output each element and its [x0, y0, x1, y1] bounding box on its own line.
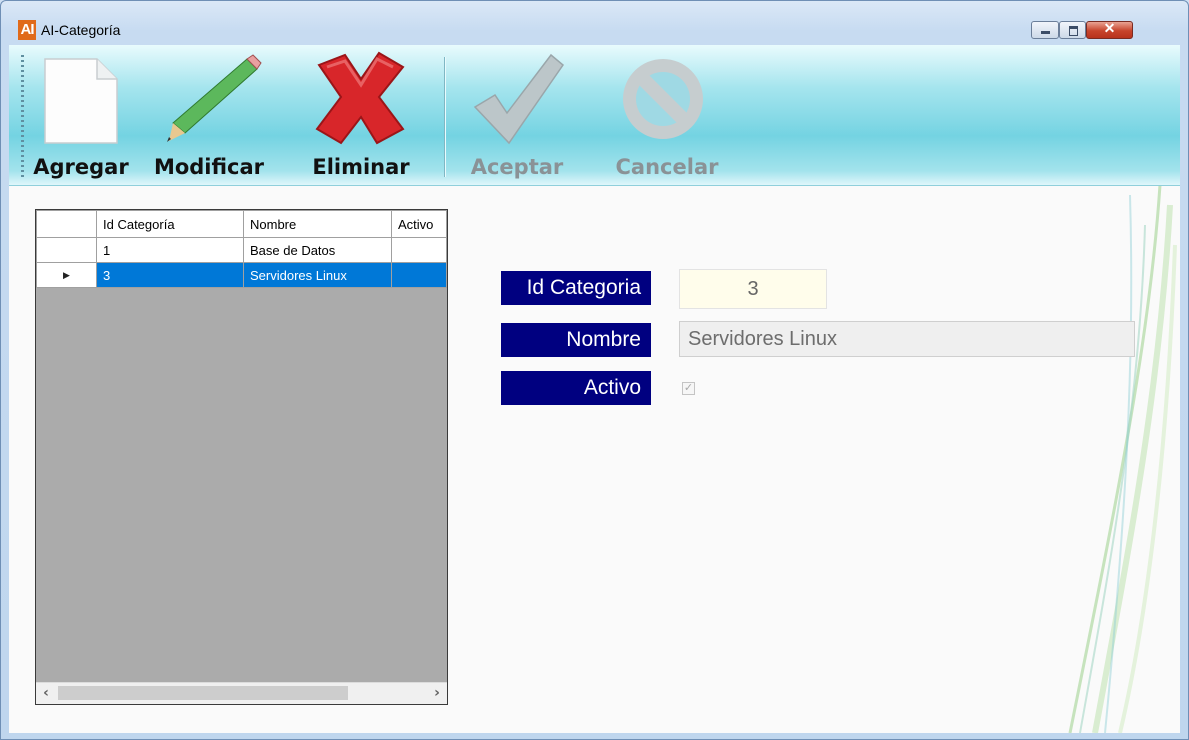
close-icon: ✕ — [1103, 20, 1116, 36]
toolbar-separator — [444, 57, 445, 177]
aceptar-button[interactable]: Aceptar — [465, 45, 569, 185]
cancelar-button[interactable]: Cancelar — [609, 45, 725, 185]
new-document-icon — [44, 58, 118, 144]
cell-id[interactable]: 3 — [96, 262, 244, 288]
cell-nombre[interactable]: Base de Datos — [243, 237, 392, 263]
column-header-id[interactable]: Id Categoría — [96, 210, 244, 238]
app-window: AI AI-Categoría ✕ Agregar Modificar Elim… — [0, 0, 1189, 740]
checkmark-icon — [473, 53, 565, 145]
horizontal-scrollbar[interactable]: ‹ › — [36, 682, 447, 704]
id-categoria-field[interactable]: 3 — [679, 269, 827, 309]
modificar-label: Modificar — [153, 155, 265, 179]
grid-table: Id Categoría Nombre Activo 1 Base de Dat… — [36, 210, 447, 288]
pencil-icon — [167, 54, 262, 142]
cell-nombre[interactable]: Servidores Linux — [243, 262, 392, 288]
id-categoria-label: Id Categoria — [501, 271, 651, 305]
eliminar-button[interactable]: Eliminar — [305, 45, 417, 185]
aceptar-label: Aceptar — [470, 155, 564, 179]
title-bar[interactable]: AI AI-Categoría ✕ — [1, 1, 1188, 45]
toolbar: Agregar Modificar Eliminar Aceptar Cance… — [9, 45, 1180, 186]
activo-checkbox[interactable]: ✓ — [682, 382, 695, 395]
minimize-button[interactable] — [1031, 21, 1059, 39]
background-grass-decoration — [1068, 185, 1177, 733]
window-title: AI-Categoría — [41, 22, 121, 38]
agregar-button[interactable]: Agregar — [31, 45, 131, 185]
close-button[interactable]: ✕ — [1086, 20, 1133, 39]
app-icon: AI — [18, 20, 36, 40]
scroll-left-icon[interactable]: ‹ — [36, 683, 56, 704]
grid-header-row: Id Categoría Nombre Activo — [36, 210, 447, 238]
column-header-activo[interactable]: Activo — [391, 210, 447, 238]
cell-activo[interactable] — [391, 262, 447, 288]
scrollbar-thumb[interactable] — [58, 686, 348, 700]
minimize-icon — [1041, 31, 1050, 34]
categories-grid[interactable]: Id Categoría Nombre Activo 1 Base de Dat… — [35, 209, 448, 705]
grid-corner-header[interactable] — [36, 210, 97, 238]
nombre-field[interactable]: Servidores Linux — [679, 321, 1135, 357]
modificar-button[interactable]: Modificar — [149, 45, 269, 185]
red-x-icon — [315, 51, 405, 145]
cancelar-label: Cancelar — [615, 155, 719, 179]
client-area: Agregar Modificar Eliminar Aceptar Cance… — [9, 45, 1180, 733]
cancel-circle-icon — [623, 59, 703, 139]
table-row[interactable]: 1 Base de Datos — [36, 237, 447, 263]
activo-label: Activo — [501, 371, 651, 405]
toolbar-grip[interactable] — [21, 55, 24, 177]
cell-activo[interactable] — [391, 237, 447, 263]
scroll-right-icon[interactable]: › — [427, 683, 447, 704]
cell-id[interactable]: 1 — [96, 237, 244, 263]
maximize-button[interactable] — [1059, 21, 1086, 39]
eliminar-label: Eliminar — [312, 155, 410, 179]
column-header-nombre[interactable]: Nombre — [243, 210, 392, 238]
current-row-indicator-icon[interactable]: ▶ — [36, 262, 97, 288]
row-header[interactable] — [36, 237, 97, 263]
maximize-icon — [1069, 26, 1078, 36]
nombre-label: Nombre — [501, 323, 651, 357]
table-row-selected[interactable]: ▶ 3 Servidores Linux — [36, 262, 447, 288]
agregar-label: Agregar — [33, 155, 129, 179]
